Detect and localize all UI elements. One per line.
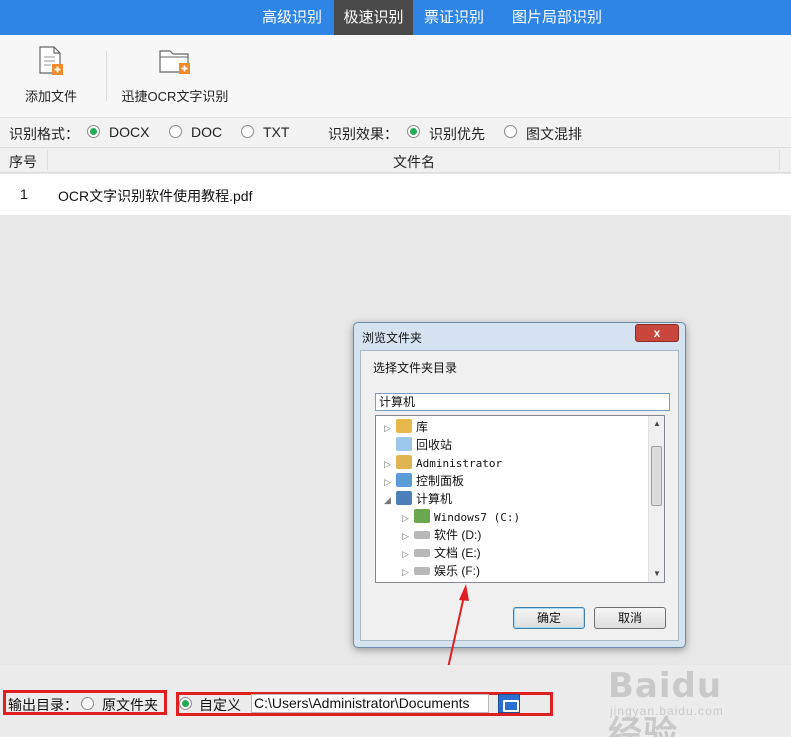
computer-icon bbox=[396, 491, 412, 505]
drive-icon bbox=[414, 567, 430, 575]
browse-folder-icon[interactable] bbox=[498, 694, 520, 713]
tree-item-control-panel[interactable]: ▷ 控制面板 bbox=[384, 472, 464, 490]
recognition-options: 识别格式： DOCX DOC TXT 识别效果： 识别优先 图文混排 bbox=[0, 118, 791, 147]
windows-drive-icon bbox=[414, 509, 430, 523]
scroll-up-icon[interactable]: ▲ bbox=[649, 416, 664, 432]
toolbar: 添加文件 迅捷OCR文字识别 bbox=[0, 35, 791, 118]
dialog-close-button[interactable]: x bbox=[635, 324, 679, 342]
tree-item-label: 回收站 bbox=[416, 438, 453, 452]
expand-arrow-icon[interactable]: ▷ bbox=[402, 563, 414, 581]
toolbar-divider bbox=[106, 51, 107, 101]
effect-mixed-layout-label[interactable]: 图文混排 bbox=[526, 124, 582, 144]
column-divider bbox=[47, 150, 48, 170]
tree-item-label: 娱乐 (F:) bbox=[434, 564, 480, 578]
drive-icon bbox=[414, 531, 430, 539]
control-panel-icon bbox=[396, 473, 412, 487]
watermark-brand: Baidu 经验 bbox=[608, 666, 723, 737]
add-file-icon bbox=[39, 46, 63, 75]
tree-item-label: 控制面板 bbox=[416, 474, 465, 488]
expand-arrow-icon[interactable]: ▷ bbox=[384, 419, 396, 437]
output-directory-label: 输出目录： bbox=[8, 697, 78, 713]
collapse-arrow-icon[interactable]: ◢ bbox=[384, 491, 396, 509]
tree-item-recycle-bin[interactable]: 回收站 bbox=[384, 436, 452, 454]
ocr-recognition-button[interactable]: 迅捷OCR文字识别 bbox=[120, 45, 230, 105]
effect-label: 识别效果： bbox=[328, 126, 398, 142]
row-index: 1 bbox=[20, 186, 28, 202]
format-doc-label[interactable]: DOC bbox=[191, 124, 222, 140]
add-file-button[interactable]: 添加文件 bbox=[16, 45, 86, 105]
tree-item-drive-f[interactable]: ▷ 娱乐 (F:) bbox=[402, 562, 480, 580]
tab-ticket-recognition[interactable]: 票证识别 bbox=[413, 0, 495, 35]
tree-item-label: 计算机 bbox=[416, 492, 453, 506]
tree-item-drive-d[interactable]: ▷ 软件 (D:) bbox=[402, 526, 481, 544]
column-divider bbox=[779, 150, 780, 170]
dialog-body: 选择文件夹目录 计算机 ▷ 库 回收站 ▷ Administrator ▷ 控制面板 … bbox=[360, 350, 679, 641]
tree-item-label: 文档 (E:) bbox=[434, 546, 481, 560]
ok-button[interactable]: 确定 bbox=[513, 607, 585, 629]
tree-item-computer[interactable]: ◢ 计算机 bbox=[384, 490, 452, 508]
output-custom-label[interactable]: 自定义 bbox=[199, 695, 241, 715]
tab-fast-recognition[interactable]: 极速识别 bbox=[334, 0, 413, 35]
effect-recognition-first-radio[interactable] bbox=[407, 125, 420, 138]
drive-icon bbox=[414, 549, 430, 557]
format-docx-label[interactable]: DOCX bbox=[109, 124, 149, 140]
output-custom-radio[interactable] bbox=[179, 697, 192, 710]
browse-folder-dialog: 浏览文件夹 x 选择文件夹目录 计算机 ▷ 库 回收站 ▷ Administrato… bbox=[353, 322, 686, 648]
folder-path-field[interactable]: 计算机 bbox=[375, 393, 670, 411]
watermark-site: jingyan.baidu.com bbox=[610, 704, 724, 718]
format-doc-radio[interactable] bbox=[169, 125, 182, 138]
output-original-label[interactable]: 原文件夹 bbox=[102, 695, 158, 715]
column-header-filename: 文件名 bbox=[393, 154, 435, 170]
tree-item-administrator[interactable]: ▷ Administrator bbox=[384, 454, 502, 472]
file-table-header: 序号 文件名 bbox=[0, 147, 791, 173]
folder-add-icon bbox=[159, 50, 190, 74]
dialog-prompt: 选择文件夹目录 bbox=[373, 361, 458, 375]
user-folder-icon bbox=[396, 455, 412, 469]
tab-partial-image-recognition[interactable]: 图片局部识别 bbox=[495, 0, 619, 35]
row-filename: OCR文字识别软件使用教程.pdf bbox=[58, 188, 253, 204]
tree-item-label: Windows7 (C:) bbox=[434, 511, 521, 524]
tab-advanced-recognition[interactable]: 高级识别 bbox=[250, 0, 334, 35]
tree-item-label: 库 bbox=[416, 420, 429, 434]
expand-arrow-icon[interactable]: ▷ bbox=[402, 527, 414, 545]
expand-arrow-icon[interactable]: ▷ bbox=[384, 473, 396, 491]
cancel-button[interactable]: 取消 bbox=[594, 607, 666, 629]
format-txt-radio[interactable] bbox=[241, 125, 254, 138]
output-original-radio[interactable] bbox=[81, 697, 94, 710]
output-path-input[interactable]: C:\Users\Administrator\Documents bbox=[251, 694, 489, 713]
expand-arrow-icon[interactable]: ▷ bbox=[402, 545, 414, 563]
tree-item-label: Administrator bbox=[416, 457, 503, 470]
effect-mixed-layout-radio[interactable] bbox=[504, 125, 517, 138]
ocr-recognition-label: 迅捷OCR文字识别 bbox=[121, 89, 229, 104]
dialog-title: 浏览文件夹 bbox=[362, 331, 423, 345]
tree-scrollbar[interactable]: ▲ ▼ bbox=[648, 416, 664, 582]
expand-arrow-icon[interactable]: ▷ bbox=[402, 509, 414, 527]
top-tab-bar: 高级识别 极速识别 票证识别 图片局部识别 bbox=[0, 0, 791, 35]
table-row[interactable]: 1 OCR文字识别软件使用教程.pdf bbox=[0, 174, 791, 215]
effect-recognition-first-label[interactable]: 识别优先 bbox=[429, 124, 485, 144]
tree-item-drive-e[interactable]: ▷ 文档 (E:) bbox=[402, 544, 481, 562]
scroll-down-icon[interactable]: ▼ bbox=[649, 566, 664, 582]
column-header-index: 序号 bbox=[9, 154, 37, 170]
add-file-label: 添加文件 bbox=[24, 89, 77, 104]
format-txt-label[interactable]: TXT bbox=[263, 124, 289, 140]
expand-arrow-icon[interactable]: ▷ bbox=[384, 455, 396, 473]
tree-item-library[interactable]: ▷ 库 bbox=[384, 418, 428, 436]
format-label: 识别格式： bbox=[9, 126, 79, 142]
tree-item-label: 软件 (D:) bbox=[434, 528, 482, 542]
scroll-thumb[interactable] bbox=[651, 446, 662, 506]
format-docx-radio[interactable] bbox=[87, 125, 100, 138]
folder-tree: ▷ 库 回收站 ▷ Administrator ▷ 控制面板 ◢ 计算机 ▷ Window… bbox=[375, 415, 665, 583]
library-icon bbox=[396, 419, 412, 433]
baidu-watermark: Baidu 经验 jingyan.baidu.com bbox=[608, 660, 758, 737]
recycle-bin-icon bbox=[396, 437, 412, 451]
tree-item-drive-c[interactable]: ▷ Windows7 (C:) bbox=[402, 508, 520, 526]
